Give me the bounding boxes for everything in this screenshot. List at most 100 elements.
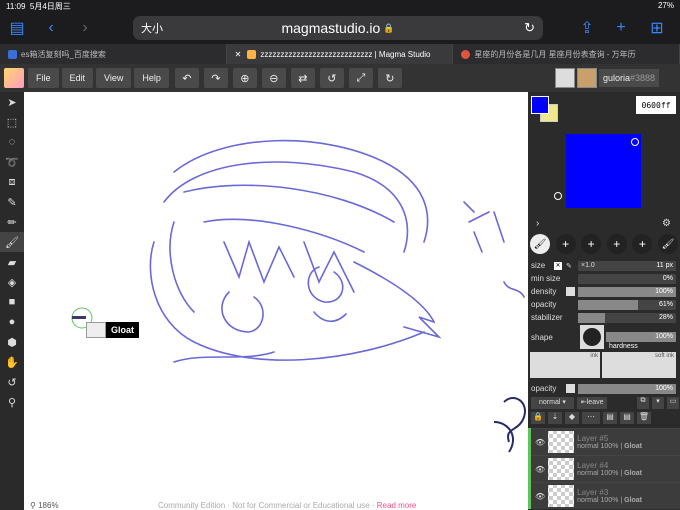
clip-icon[interactable]: ▤ [603, 412, 617, 424]
lock-layer-icon[interactable]: 🔒 [531, 412, 545, 424]
density-slider[interactable]: 100% [578, 286, 676, 297]
view-menu[interactable]: View [96, 68, 132, 88]
edit-menu[interactable]: Edit [61, 68, 94, 88]
size-lock-icon[interactable]: ✕ [554, 261, 562, 270]
read-more-link[interactable]: Read more [377, 501, 417, 510]
sidebar-icon[interactable]: ▤ [0, 18, 34, 38]
shape-tool-icon[interactable]: ⬢ [0, 332, 24, 352]
file-menu[interactable]: File [28, 68, 59, 88]
hardness-slider[interactable]: hardness 100% [606, 332, 676, 350]
primary-color-front[interactable] [531, 96, 549, 114]
share-icon[interactable]: ⇪ [570, 18, 604, 38]
browser-tab-baidu[interactable]: es箱活复刻吗_百度搜索 [0, 44, 227, 64]
rectangle-tool-icon[interactable]: ■ [0, 292, 24, 312]
zoom-in-icon[interactable]: ⊕ [232, 68, 257, 88]
selection-tool-icon[interactable]: ⬚ [0, 112, 24, 132]
help-menu[interactable]: Help [134, 68, 169, 88]
brush-icon[interactable]: 🖌 [0, 232, 24, 252]
lasso-tool-icon[interactable]: ➰ [0, 152, 24, 172]
min-size-row: min size 0% [528, 272, 680, 285]
pressure-icon[interactable]: ✎ [566, 262, 572, 270]
user-badge[interactable]: guloria #3888 [599, 69, 660, 87]
brush-slot-2[interactable]: + [555, 234, 576, 254]
brush-slot-6[interactable]: 🖌 [657, 234, 678, 254]
fill-bucket-icon[interactable]: ◈ [0, 272, 24, 292]
flip-icon[interactable]: ⇄ [290, 68, 315, 88]
opacity-slider[interactable]: 61% [578, 299, 676, 310]
min-size-value: 0% [662, 274, 673, 282]
layer-opacity-slider[interactable]: 100% [578, 383, 676, 394]
brush-slot-1[interactable]: 🖌 [530, 234, 550, 254]
zoom-tool-icon[interactable]: ⚲ [0, 392, 24, 412]
magma-logo[interactable] [4, 68, 24, 88]
layer-menu-icon[interactable]: ▾ [652, 397, 664, 409]
expand-icon[interactable]: › [536, 218, 539, 229]
rotate-right-icon[interactable]: ↻ [377, 68, 402, 88]
eye-icon[interactable]: 👁 [535, 465, 545, 474]
layer-row[interactable]: 👁 Layer #5 normal 100% | Gloat [531, 428, 680, 455]
address-bar[interactable]: 大小 magmastudio.io 🔒 ↻ [133, 16, 543, 40]
collab-name: Gloat [106, 322, 140, 338]
brush-slot-3[interactable]: + [581, 234, 602, 254]
redo-icon[interactable]: ↷ [203, 68, 228, 88]
color-picker-square[interactable] [554, 134, 641, 208]
duplicate-layer-icon[interactable]: ⧉ [637, 397, 649, 409]
zoom-out-icon[interactable]: ⊖ [261, 68, 286, 88]
eraser-icon[interactable]: ▰ [0, 252, 24, 272]
eye-icon[interactable]: 👁 [535, 492, 545, 501]
min-size-label: min size [531, 274, 561, 283]
stabilizer-row: stabilizer 28% [528, 311, 680, 324]
rotate-left-icon[interactable]: ↺ [319, 68, 344, 88]
tabs-overview-icon[interactable]: ⊞ [640, 18, 674, 38]
baidu-favicon-icon [8, 49, 17, 59]
density-checkbox[interactable] [566, 287, 575, 296]
leave-button[interactable]: ⇤leave [576, 397, 608, 409]
clear-layer-icon[interactable]: ◆ [565, 412, 579, 424]
size-slider[interactable]: ×1.0 11 px [578, 260, 676, 271]
browser-tab-calendar[interactable]: 星座的月份各是几月 星座月份表查询 - 万年历 [453, 44, 680, 64]
settings-icon[interactable]: ⚙ [662, 218, 671, 229]
layer-row[interactable]: 👁 Layer #4 normal 100% | Gloat [531, 455, 680, 482]
close-tab-icon[interactable]: ✕ [235, 50, 242, 59]
more-options-icon[interactable]: ⋯ [582, 412, 600, 424]
layer-opacity-checkbox[interactable] [566, 384, 575, 393]
brush-slot-5[interactable]: + [632, 234, 653, 254]
undo-icon[interactable]: ↶ [174, 68, 199, 88]
new-tab-icon[interactable]: + [604, 19, 638, 37]
reader-size-button[interactable]: 大小 [141, 20, 163, 36]
forward-icon[interactable]: › [68, 19, 102, 37]
blend-mode-select[interactable]: normal ▾ [531, 397, 574, 409]
hex-input[interactable]: 0600ff [636, 96, 676, 114]
min-size-slider[interactable]: 0% [578, 273, 676, 284]
eyedropper-icon[interactable]: ✎ [0, 192, 24, 212]
move-tool-icon[interactable]: ➤ [0, 92, 24, 112]
transform-tool-icon[interactable]: ⧈ [0, 172, 24, 192]
reload-icon[interactable]: ↻ [524, 20, 535, 36]
merge-down-icon[interactable]: ⇣ [548, 412, 562, 424]
delete-layer-icon[interactable]: 🗑 [637, 412, 651, 424]
drawing-canvas[interactable]: Gloat ⚲ 186% Community Edition · Not for… [24, 92, 528, 510]
avatar[interactable] [555, 68, 575, 88]
layer-row[interactable]: 👁 Layer #3 normal 100% | Gloat [531, 482, 680, 509]
back-icon[interactable]: ‹ [34, 19, 68, 37]
zoom-level[interactable]: ⚲ 186% [30, 501, 59, 510]
circle-selection-icon[interactable]: ◌ [0, 132, 24, 152]
new-layer-icon[interactable]: ▭ [667, 397, 679, 409]
ink-preset[interactable]: ink [530, 352, 600, 378]
rotate-view-icon[interactable]: ↺ [0, 372, 24, 392]
layer-opacity-value: 100% [655, 384, 673, 392]
url-text: magmastudio.io [281, 20, 381, 36]
soft-ink-preset[interactable]: soft ink [602, 352, 676, 378]
copy-icon[interactable]: ▤ [620, 412, 634, 424]
avatar-secondary[interactable] [577, 68, 597, 88]
hand-tool-icon[interactable]: ✋ [0, 352, 24, 372]
size-px: 11 px [656, 261, 673, 269]
pencil-icon[interactable]: ✏ [0, 212, 24, 232]
brush-shape-preview[interactable] [580, 325, 604, 349]
ellipse-tool-icon[interactable]: ● [0, 312, 24, 332]
brush-slot-4[interactable]: + [606, 234, 627, 254]
fullscreen-icon[interactable]: ⤢ [348, 68, 373, 88]
browser-tab-magma[interactable]: ✕ zzzzzzzzzzzzzzzzzzzzzzzzzzzz | Magma St… [226, 44, 454, 64]
eye-icon[interactable]: 👁 [535, 438, 545, 447]
stabilizer-slider[interactable]: 28% [578, 312, 676, 323]
